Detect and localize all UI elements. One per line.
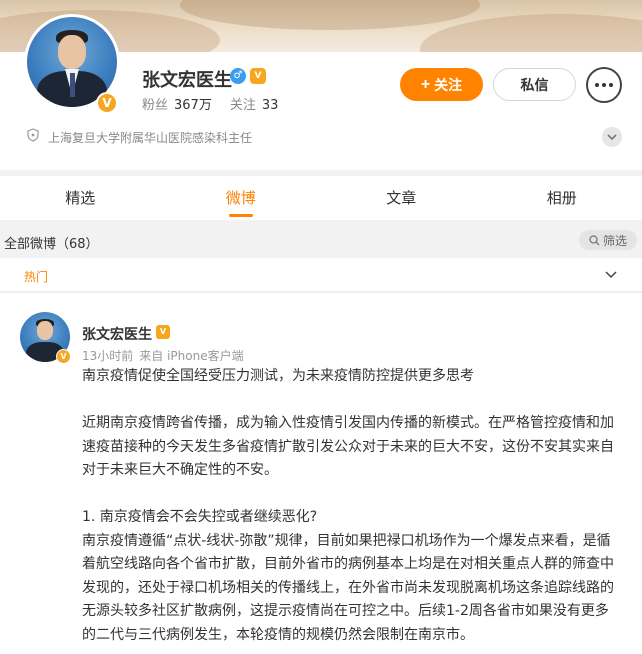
post-body: 南京疫情促使全国经受压力测试，为未来疫情防控提供更多思考 近期南京疫情跨省传播，…: [82, 365, 622, 647]
plus-icon: +: [420, 75, 431, 93]
message-button[interactable]: 私信: [493, 68, 576, 101]
shield-icon: [27, 128, 39, 142]
dot-icon: [602, 83, 606, 87]
post-paragraph: 南京疫情遵循“点状-线状-弥散”规律，目前如果把禄口机场作为一个爆发点来看，是循…: [82, 532, 614, 643]
filter-bar: 全部微博（68） 筛选: [0, 228, 642, 254]
follow-button[interactable]: + 关注: [400, 68, 483, 101]
hot-label: 热门: [24, 270, 49, 284]
profile-tabs: 精选 微博 文章 相册: [0, 176, 642, 220]
dot-icon: [609, 83, 613, 87]
profile-stats: 粉丝 367万 关注 33: [142, 94, 278, 113]
hot-section-header[interactable]: 热门: [0, 258, 642, 292]
profile-description: 上海复旦大学附属华山医院感染科主任: [48, 131, 253, 145]
post-card: V 张文宏医生 V 13小时前 来自 iPhone客户端 南京疫情促使全国经受压…: [0, 293, 642, 654]
chevron-down-icon[interactable]: [605, 270, 617, 280]
post-headline: 南京疫情促使全国经受压力测试，为未来疫情防控提供更多思考: [82, 368, 474, 384]
more-options-button[interactable]: [586, 67, 622, 103]
filter-button[interactable]: 筛选: [579, 230, 637, 250]
tab-articles[interactable]: 文章: [321, 176, 482, 220]
verified-badge-icon: V: [56, 349, 71, 364]
tab-albums[interactable]: 相册: [482, 176, 642, 220]
post-source: 来自 iPhone客户端: [139, 349, 244, 363]
post-meta: 13小时前 来自 iPhone客户端: [82, 347, 244, 364]
post-time[interactable]: 13小时前: [82, 347, 133, 364]
search-icon: [589, 234, 600, 245]
male-gender-icon: ♂: [230, 68, 246, 84]
tab-featured[interactable]: 精选: [0, 176, 161, 220]
post-paragraph: 近期南京疫情跨省传播，成为输入性疫情引发国内传播的新模式。在严格管控疫情和加速疫…: [82, 415, 614, 478]
dot-icon: [595, 83, 599, 87]
post-author-name[interactable]: 张文宏医生: [82, 324, 152, 344]
profile-name: 张文宏医生: [142, 70, 232, 91]
tab-weibo[interactable]: 微博: [161, 176, 322, 220]
post-question: 1. 南京疫情会不会失控或者继续恶化?: [82, 509, 318, 525]
following-stat[interactable]: 关注 33: [230, 94, 279, 113]
vip-badge-icon[interactable]: V: [250, 68, 266, 84]
chevron-down-icon[interactable]: [602, 127, 622, 147]
all-posts-count: 全部微博（68）: [4, 237, 99, 252]
fans-stat[interactable]: 粉丝 367万: [142, 94, 212, 113]
verified-badge-icon: V: [96, 92, 118, 114]
profile-description-row: 上海复旦大学附属华山医院感染科主任: [0, 118, 642, 158]
vip-badge-icon[interactable]: V: [156, 325, 170, 339]
